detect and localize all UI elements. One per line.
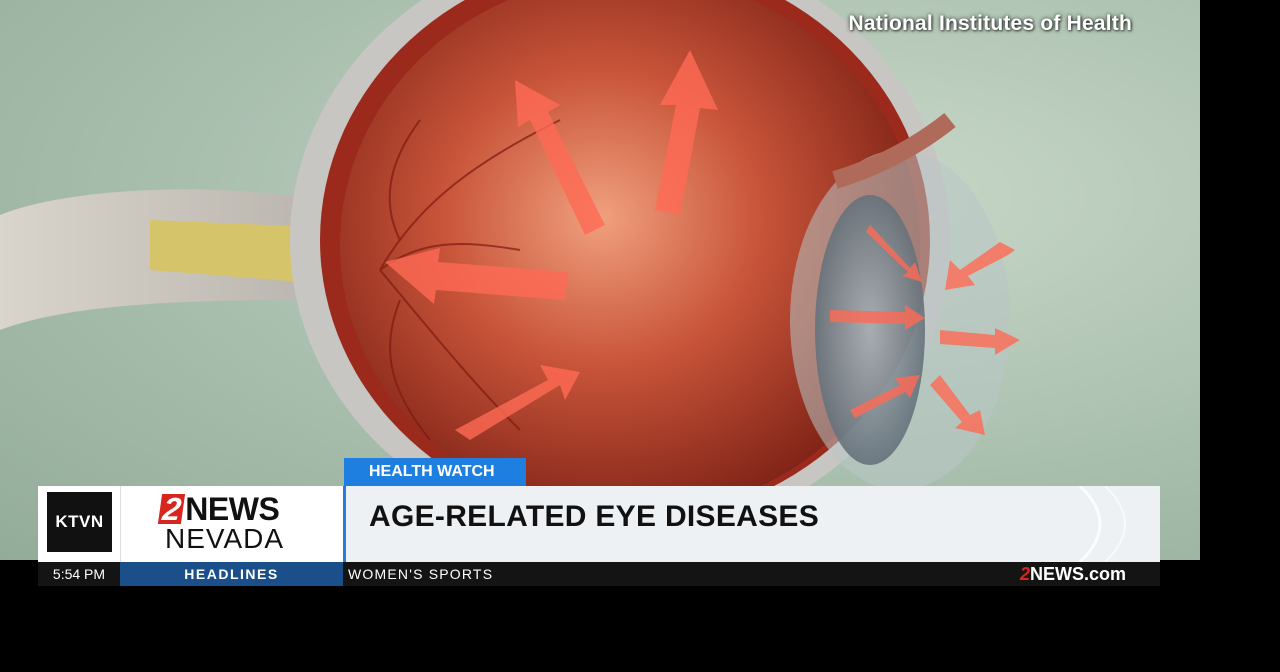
- brand-region: NEVADA: [165, 523, 285, 554]
- headline-divider: [343, 486, 346, 562]
- swoosh-decoration-icon: [1078, 486, 1126, 562]
- station-logo: KTVN: [47, 492, 112, 552]
- segment-tag: HEALTH WATCH: [344, 458, 526, 486]
- video-credit: National Institutes of Health: [848, 12, 1132, 35]
- video-frame: National Institutes of Health: [0, 0, 1200, 560]
- headline: AGE-RELATED EYE DISEASES: [369, 500, 820, 533]
- eye-cross-section-icon: [0, 0, 1020, 540]
- site-url: 2 NEWS.com: [1020, 562, 1126, 586]
- brand-number: 2: [157, 491, 186, 527]
- ticker-section: HEADLINES: [120, 562, 343, 586]
- site-word: NEWS.com: [1030, 563, 1127, 584]
- site-number: 2: [1020, 563, 1031, 584]
- ticker-crawl: WOMEN'S SPORTS: [348, 566, 494, 582]
- brand-word: NEWS: [185, 491, 280, 527]
- clock: 5:54 PM: [52, 566, 106, 582]
